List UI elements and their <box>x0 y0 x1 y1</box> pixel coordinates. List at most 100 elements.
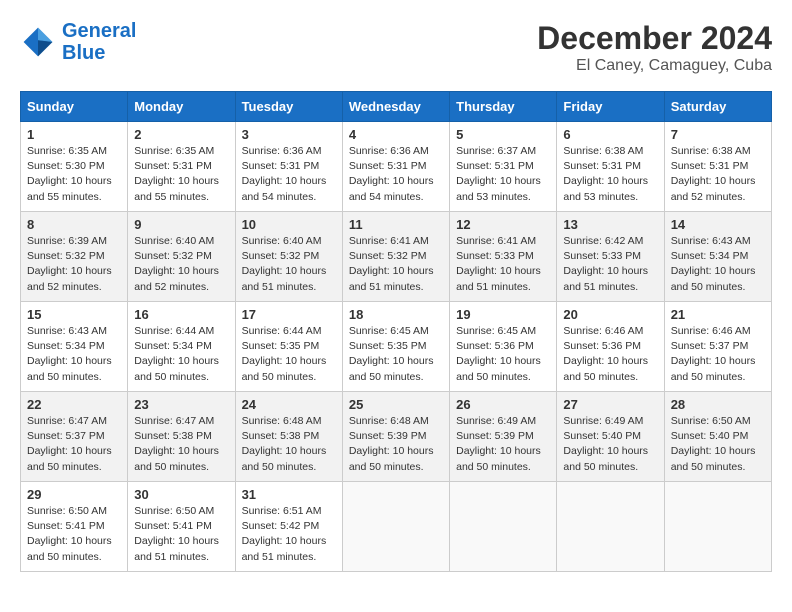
calendar-day-cell <box>342 482 449 572</box>
weekday-header: Sunday <box>21 92 128 122</box>
day-number: 31 <box>242 487 336 502</box>
calendar-day-cell: 3 Sunrise: 6:36 AMSunset: 5:31 PMDayligh… <box>235 122 342 212</box>
day-info: Sunrise: 6:43 AMSunset: 5:34 PMDaylight:… <box>671 234 765 295</box>
day-number: 8 <box>27 217 121 232</box>
calendar-day-cell: 24 Sunrise: 6:48 AMSunset: 5:38 PMDaylig… <box>235 392 342 482</box>
weekday-row: SundayMondayTuesdayWednesdayThursdayFrid… <box>21 92 772 122</box>
day-info: Sunrise: 6:35 AMSunset: 5:31 PMDaylight:… <box>134 144 228 205</box>
calendar-header: SundayMondayTuesdayWednesdayThursdayFrid… <box>21 92 772 122</box>
calendar-day-cell: 15 Sunrise: 6:43 AMSunset: 5:34 PMDaylig… <box>21 302 128 392</box>
day-info: Sunrise: 6:36 AMSunset: 5:31 PMDaylight:… <box>349 144 443 205</box>
day-number: 12 <box>456 217 550 232</box>
calendar-day-cell: 10 Sunrise: 6:40 AMSunset: 5:32 PMDaylig… <box>235 212 342 302</box>
calendar-week-row: 29 Sunrise: 6:50 AMSunset: 5:41 PMDaylig… <box>21 482 772 572</box>
day-number: 28 <box>671 397 765 412</box>
day-info: Sunrise: 6:38 AMSunset: 5:31 PMDaylight:… <box>671 144 765 205</box>
day-info: Sunrise: 6:42 AMSunset: 5:33 PMDaylight:… <box>563 234 657 295</box>
day-number: 5 <box>456 127 550 142</box>
day-info: Sunrise: 6:41 AMSunset: 5:33 PMDaylight:… <box>456 234 550 295</box>
day-info: Sunrise: 6:41 AMSunset: 5:32 PMDaylight:… <box>349 234 443 295</box>
day-info: Sunrise: 6:45 AMSunset: 5:35 PMDaylight:… <box>349 324 443 385</box>
calendar-day-cell <box>557 482 664 572</box>
page-header: General Blue December 2024 El Caney, Cam… <box>20 20 772 75</box>
day-number: 22 <box>27 397 121 412</box>
calendar-day-cell: 25 Sunrise: 6:48 AMSunset: 5:39 PMDaylig… <box>342 392 449 482</box>
day-info: Sunrise: 6:44 AMSunset: 5:35 PMDaylight:… <box>242 324 336 385</box>
calendar-day-cell: 23 Sunrise: 6:47 AMSunset: 5:38 PMDaylig… <box>128 392 235 482</box>
calendar-day-cell: 4 Sunrise: 6:36 AMSunset: 5:31 PMDayligh… <box>342 122 449 212</box>
calendar-day-cell: 5 Sunrise: 6:37 AMSunset: 5:31 PMDayligh… <box>450 122 557 212</box>
day-info: Sunrise: 6:45 AMSunset: 5:36 PMDaylight:… <box>456 324 550 385</box>
day-info: Sunrise: 6:50 AMSunset: 5:41 PMDaylight:… <box>27 504 121 565</box>
day-number: 19 <box>456 307 550 322</box>
day-info: Sunrise: 6:48 AMSunset: 5:39 PMDaylight:… <box>349 414 443 475</box>
day-info: Sunrise: 6:48 AMSunset: 5:38 PMDaylight:… <box>242 414 336 475</box>
calendar-day-cell <box>664 482 771 572</box>
calendar-day-cell: 1 Sunrise: 6:35 AMSunset: 5:30 PMDayligh… <box>21 122 128 212</box>
calendar-week-row: 22 Sunrise: 6:47 AMSunset: 5:37 PMDaylig… <box>21 392 772 482</box>
calendar-day-cell: 8 Sunrise: 6:39 AMSunset: 5:32 PMDayligh… <box>21 212 128 302</box>
day-info: Sunrise: 6:40 AMSunset: 5:32 PMDaylight:… <box>134 234 228 295</box>
day-info: Sunrise: 6:51 AMSunset: 5:42 PMDaylight:… <box>242 504 336 565</box>
calendar-day-cell: 12 Sunrise: 6:41 AMSunset: 5:33 PMDaylig… <box>450 212 557 302</box>
calendar-day-cell: 11 Sunrise: 6:41 AMSunset: 5:32 PMDaylig… <box>342 212 449 302</box>
calendar-day-cell: 2 Sunrise: 6:35 AMSunset: 5:31 PMDayligh… <box>128 122 235 212</box>
day-number: 2 <box>134 127 228 142</box>
calendar-day-cell: 19 Sunrise: 6:45 AMSunset: 5:36 PMDaylig… <box>450 302 557 392</box>
day-number: 17 <box>242 307 336 322</box>
calendar-day-cell: 14 Sunrise: 6:43 AMSunset: 5:34 PMDaylig… <box>664 212 771 302</box>
day-number: 1 <box>27 127 121 142</box>
day-info: Sunrise: 6:37 AMSunset: 5:31 PMDaylight:… <box>456 144 550 205</box>
day-number: 14 <box>671 217 765 232</box>
calendar-day-cell: 18 Sunrise: 6:45 AMSunset: 5:35 PMDaylig… <box>342 302 449 392</box>
day-number: 6 <box>563 127 657 142</box>
day-number: 7 <box>671 127 765 142</box>
day-info: Sunrise: 6:49 AMSunset: 5:39 PMDaylight:… <box>456 414 550 475</box>
calendar-week-row: 1 Sunrise: 6:35 AMSunset: 5:30 PMDayligh… <box>21 122 772 212</box>
weekday-header: Monday <box>128 92 235 122</box>
logo-text: General Blue <box>62 20 136 64</box>
calendar-week-row: 15 Sunrise: 6:43 AMSunset: 5:34 PMDaylig… <box>21 302 772 392</box>
calendar-day-cell: 17 Sunrise: 6:44 AMSunset: 5:35 PMDaylig… <box>235 302 342 392</box>
day-number: 15 <box>27 307 121 322</box>
day-info: Sunrise: 6:50 AMSunset: 5:40 PMDaylight:… <box>671 414 765 475</box>
location: El Caney, Camaguey, Cuba <box>537 57 772 75</box>
month-title: December 2024 <box>537 20 772 57</box>
day-info: Sunrise: 6:43 AMSunset: 5:34 PMDaylight:… <box>27 324 121 385</box>
day-number: 27 <box>563 397 657 412</box>
weekday-header: Wednesday <box>342 92 449 122</box>
day-number: 10 <box>242 217 336 232</box>
calendar-day-cell: 31 Sunrise: 6:51 AMSunset: 5:42 PMDaylig… <box>235 482 342 572</box>
calendar-day-cell: 21 Sunrise: 6:46 AMSunset: 5:37 PMDaylig… <box>664 302 771 392</box>
day-info: Sunrise: 6:47 AMSunset: 5:38 PMDaylight:… <box>134 414 228 475</box>
calendar-day-cell: 9 Sunrise: 6:40 AMSunset: 5:32 PMDayligh… <box>128 212 235 302</box>
calendar-day-cell: 30 Sunrise: 6:50 AMSunset: 5:41 PMDaylig… <box>128 482 235 572</box>
calendar-day-cell: 7 Sunrise: 6:38 AMSunset: 5:31 PMDayligh… <box>664 122 771 212</box>
day-info: Sunrise: 6:49 AMSunset: 5:40 PMDaylight:… <box>563 414 657 475</box>
calendar-day-cell: 20 Sunrise: 6:46 AMSunset: 5:36 PMDaylig… <box>557 302 664 392</box>
day-info: Sunrise: 6:50 AMSunset: 5:41 PMDaylight:… <box>134 504 228 565</box>
day-number: 4 <box>349 127 443 142</box>
day-number: 13 <box>563 217 657 232</box>
calendar-day-cell <box>450 482 557 572</box>
day-info: Sunrise: 6:46 AMSunset: 5:37 PMDaylight:… <box>671 324 765 385</box>
day-info: Sunrise: 6:44 AMSunset: 5:34 PMDaylight:… <box>134 324 228 385</box>
day-number: 11 <box>349 217 443 232</box>
day-info: Sunrise: 6:36 AMSunset: 5:31 PMDaylight:… <box>242 144 336 205</box>
day-number: 18 <box>349 307 443 322</box>
day-number: 23 <box>134 397 228 412</box>
calendar-day-cell: 22 Sunrise: 6:47 AMSunset: 5:37 PMDaylig… <box>21 392 128 482</box>
logo-icon <box>20 24 56 60</box>
calendar-day-cell: 16 Sunrise: 6:44 AMSunset: 5:34 PMDaylig… <box>128 302 235 392</box>
day-info: Sunrise: 6:38 AMSunset: 5:31 PMDaylight:… <box>563 144 657 205</box>
day-number: 9 <box>134 217 228 232</box>
calendar-day-cell: 27 Sunrise: 6:49 AMSunset: 5:40 PMDaylig… <box>557 392 664 482</box>
day-number: 25 <box>349 397 443 412</box>
day-info: Sunrise: 6:47 AMSunset: 5:37 PMDaylight:… <box>27 414 121 475</box>
calendar-day-cell: 29 Sunrise: 6:50 AMSunset: 5:41 PMDaylig… <box>21 482 128 572</box>
weekday-header: Thursday <box>450 92 557 122</box>
calendar-table: SundayMondayTuesdayWednesdayThursdayFrid… <box>20 91 772 572</box>
day-number: 26 <box>456 397 550 412</box>
calendar-day-cell: 13 Sunrise: 6:42 AMSunset: 5:33 PMDaylig… <box>557 212 664 302</box>
logo: General Blue <box>20 20 136 64</box>
